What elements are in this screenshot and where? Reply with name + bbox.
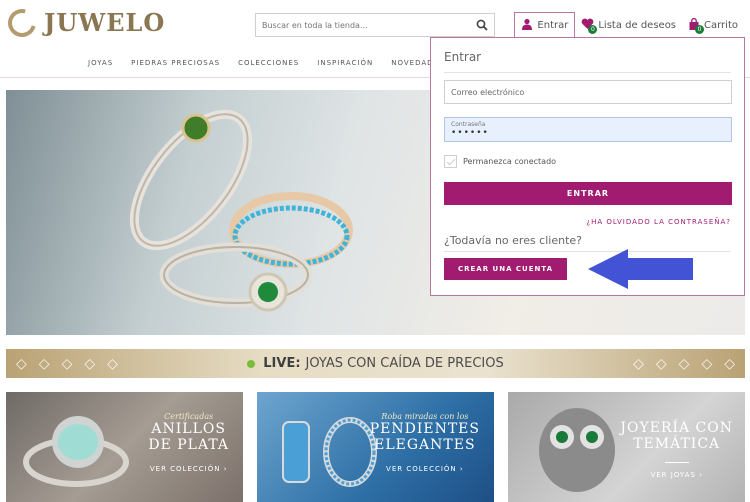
tile-divider [664, 462, 689, 463]
tile-subtitle: Certificadas [164, 412, 214, 421]
header-links: Entrar 0 Lista de deseos 0 Carrito [514, 12, 744, 38]
promo-tile-silver-rings[interactable]: Certificadas ANILLOS DE PLATA VER COLECC… [6, 392, 243, 502]
wishlist-link[interactable]: 0 Lista de deseos [575, 13, 682, 37]
password-field[interactable]: Contraseña •••••• [444, 117, 732, 142]
tile-text: JOYERÍA CON TEMÁTICA VER JOYAS › [620, 420, 733, 479]
promo-tile-earrings[interactable]: Roba miradas con los PENDIENTES ELEGANTE… [257, 392, 494, 502]
tile-title-1: JOYERÍA CON [620, 420, 733, 436]
tile-title-1: ANILLOS [151, 421, 226, 437]
password-label: Contraseña [451, 121, 486, 128]
tile-cta[interactable]: VER JOYAS › [620, 471, 733, 479]
nav-item-inspiracion[interactable]: INSPIRACIÓN [317, 59, 373, 67]
cart-count-badge: 0 [695, 24, 705, 34]
nav-item-joyas[interactable]: JOYAS [88, 59, 113, 67]
not-client-text: ¿Todavía no eres cliente? [444, 234, 583, 247]
divider [444, 72, 731, 73]
brand-logo[interactable]: JUWELO [2, 3, 166, 42]
create-account-button[interactable]: CREAR UNA CUENTA [444, 258, 567, 280]
cart-link[interactable]: 0 Carrito [682, 13, 744, 37]
live-label: LIVE: [263, 356, 301, 371]
owl-ring-image [539, 408, 615, 492]
login-title: Entrar [444, 50, 482, 64]
wishlist-count-badge: 0 [588, 24, 598, 34]
search-button[interactable] [470, 14, 494, 36]
diamond-decoration-right: ◇ ◇ ◇ ◇ ◇ [633, 355, 735, 372]
nav-item-colecciones[interactable]: COLECCIONES [238, 59, 299, 67]
tile-cta[interactable]: VER COLECCIÓN › [370, 465, 480, 473]
forgot-password-link[interactable]: ¿HA OLVIDADO LA CONTRASEÑA? [444, 218, 731, 226]
tile-subtitle: Roba miradas con los [381, 412, 469, 421]
search-icon [476, 19, 488, 31]
tile-title-1: PENDIENTES [369, 421, 480, 437]
main-nav: JOYAS PIEDRAS PRECIOSAS COLECCIONES INSP… [88, 59, 462, 67]
email-placeholder: Correo electrónico [451, 87, 525, 97]
login-link[interactable]: Entrar [514, 12, 576, 38]
diamond-decoration-left: ◇ ◇ ◇ ◇ ◇ [16, 355, 118, 372]
tile-title-2: TEMÁTICA [633, 436, 721, 452]
tile-text: Certificadas ANILLOS DE PLATA VER COLECC… [148, 412, 229, 473]
brand-name: JUWELO [44, 8, 166, 37]
login-label: Entrar [537, 20, 569, 31]
remember-checkbox[interactable] [444, 155, 457, 168]
earrings-image [282, 417, 377, 487]
email-field[interactable]: Correo electrónico [444, 80, 732, 104]
ring-image [23, 416, 129, 487]
annotation-arrow-icon [588, 249, 693, 289]
remember-label: Permanezca conectado [463, 157, 557, 166]
promo-tile-themed-jewelry[interactable]: JOYERÍA CON TEMÁTICA VER JOYAS › [508, 392, 745, 502]
nav-item-piedras-preciosas[interactable]: PIEDRAS PRECIOSAS [131, 59, 220, 67]
tile-title-2: ELEGANTES [374, 437, 476, 453]
cart-label: Carrito [704, 19, 738, 31]
bag-icon: 0 [688, 17, 705, 34]
live-banner[interactable]: ◇ ◇ ◇ ◇ ◇ LIVE: JOYAS CON CAÍDA DE PRECIOS ◇… [6, 349, 745, 378]
page: JUWELO Entrar 0 [0, 0, 750, 502]
login-submit-button[interactable]: ENTRAR [444, 182, 732, 205]
live-text: JOYAS CON CAÍDA DE PRECIOS [305, 356, 504, 371]
password-value: •••••• [451, 128, 489, 138]
logo-ring-icon [2, 3, 42, 42]
search-input[interactable] [256, 14, 470, 36]
tile-title-2: DE PLATA [148, 437, 229, 453]
search-bar [255, 13, 495, 37]
wishlist-label: Lista de deseos [598, 19, 677, 31]
tile-text: Roba miradas con los PENDIENTES ELEGANTE… [370, 412, 480, 473]
live-dot-icon [247, 359, 256, 368]
heart-icon: 0 [581, 18, 598, 34]
tile-cta[interactable]: VER COLECCIÓN › [148, 465, 229, 473]
user-icon [521, 18, 533, 33]
remember-me[interactable]: Permanezca conectado [444, 155, 731, 168]
